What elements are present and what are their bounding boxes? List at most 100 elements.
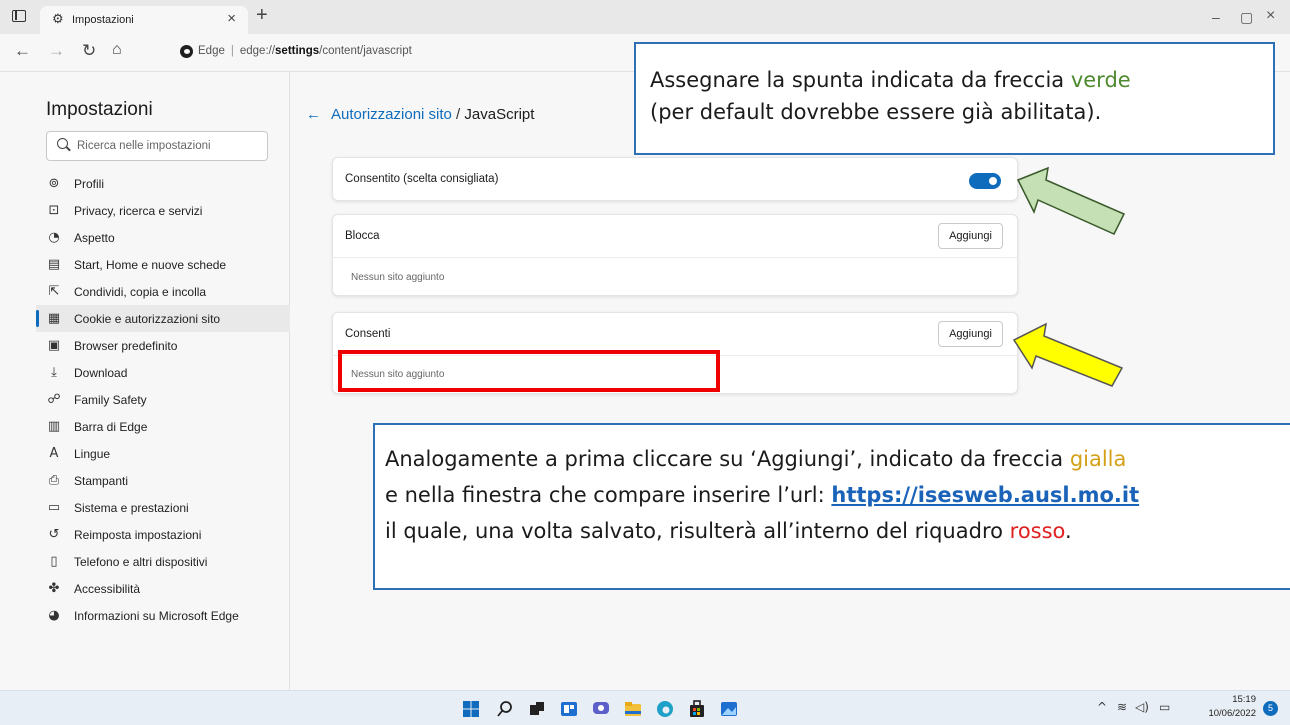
system-icon: ▭ [47,500,61,515]
home-tabs-icon: ▤ [47,257,61,272]
widgets-icon[interactable] [560,700,578,718]
close-window-button[interactable]: × [1266,7,1275,25]
forward-button[interactable]: → [48,41,65,61]
sidebar-item[interactable]: ◕ Informazioni su Microsoft Edge [36,602,290,629]
new-tab-button[interactable]: + [256,4,268,27]
sidebar-item[interactable]: ✤ Accessibilità [36,575,290,602]
family-icon: ☍ [47,392,61,407]
block-empty-text: Nessun sito aggiunto [351,272,445,283]
sidebar-item-label: Start, Home e nuove schede [74,257,227,272]
breadcrumb-separator: / [451,106,465,123]
sidebar-item[interactable]: ▭ Sistema e prestazioni [36,494,290,521]
block-card: Blocca Aggiungi Nessun sito aggiunto [332,214,1018,296]
gear-icon: ⚙ [52,11,64,26]
sidebar-item[interactable]: ▯ Telefono e altri dispositivi [36,548,290,575]
allow-add-button[interactable]: Aggiungi [938,321,1003,347]
sidebar-item-label: Aspetto [74,230,115,245]
wifi-icon[interactable]: ≋ [1117,700,1127,714]
sidebar-item-label: Reimposta impostazioni [74,527,202,542]
file-explorer-icon[interactable] [624,700,642,718]
home-button[interactable]: ⌂ [112,41,122,59]
tray-chevron-icon[interactable]: ^ [1097,700,1107,714]
allowed-toggle[interactable] [969,173,1001,189]
allow-title: Consenti [345,328,391,340]
edge-bar-icon: ▥ [47,419,61,434]
time-text: 15:19 [1232,694,1256,705]
refresh-button[interactable]: ↻ [82,41,96,61]
sidebar-item[interactable]: ◔ Aspetto [36,224,290,251]
block-add-button[interactable]: Aggiungi [938,223,1003,249]
sidebar-item[interactable]: ⇱ Condividi, copia e incolla [36,278,290,305]
block-title: Blocca [345,230,380,242]
task-view-icon[interactable] [528,700,546,718]
sidebar-item[interactable]: ⊚ Profili [36,170,290,197]
photos-icon[interactable] [720,700,738,718]
tab-actions-icon[interactable] [12,10,26,22]
notification-badge[interactable]: 5 [1263,701,1278,716]
sidebar-nav: ⊚ Profili ⊡ Privacy, ricerca e servizi ◔ Aspe… [36,170,290,629]
sidebar-item-label: Accessibilità [74,581,141,596]
sidebar-item-label: Barra di Edge [74,419,148,434]
sidebar-item-label: Lingue [74,446,111,461]
instruction-callout-bottom: Analogamente a prima cliccare su ‘Aggiun… [373,423,1290,590]
sidebar-item-label: Privacy, ricerca e servizi [74,203,203,218]
sidebar-item-label: Telefono e altri dispositivi [74,554,208,569]
windows-start-icon[interactable] [462,700,480,718]
sidebar-item[interactable]: ↺ Reimposta impostazioni [36,521,290,548]
volume-icon[interactable]: ◁) [1135,700,1149,714]
chat-icon[interactable] [592,700,610,718]
allowed-label: Consentito (scelta consigliata) [345,173,499,185]
edge-icon [180,45,193,58]
sidebar-item[interactable]: ▣ Browser predefinito [36,332,290,359]
callout-top-text: Assegnare la spunta indicata da freccia … [650,68,1131,124]
sidebar-item-label: Stampanti [74,473,129,488]
sidebar-item-label: Informazioni su Microsoft Edge [74,608,239,623]
store-icon[interactable] [688,700,706,718]
printer-icon: ⎙ [48,473,60,488]
language-icon: A [49,446,59,461]
clock[interactable]: 15:19 10/06/2022 [1208,693,1256,721]
accessibility-icon: ✤ [48,581,60,596]
search-placeholder: Ricerca nelle impostazioni [77,140,211,152]
edge-icon[interactable] [656,700,674,718]
download-icon: ⤓ [51,365,57,380]
green-arrow-icon [1016,166,1126,235]
lock-icon: ⊡ [48,203,60,218]
cookie-icon: ▦ [47,311,61,326]
sidebar-item[interactable]: ⊡ Privacy, ricerca e servizi [36,197,290,224]
phone-icon: ▯ [50,554,58,569]
sidebar-item[interactable]: ☍ Family Safety [36,386,290,413]
minimize-button[interactable]: – [1212,9,1220,25]
isesweb-url-link[interactable]: https://isesweb.ausl.mo.it [831,483,1139,507]
search-icon[interactable] [496,700,514,718]
sidebar-item-label: Sistema e prestazioni [74,500,189,515]
sidebar-item[interactable]: ▦ Cookie e autorizzazioni sito [36,305,290,332]
settings-search-input[interactable]: Ricerca nelle impostazioni [46,131,268,161]
sidebar-item[interactable]: ▤ Start, Home e nuove schede [36,251,290,278]
sidebar-item[interactable]: ⎙ Stampanti [36,467,290,494]
screen: ⚙ Impostazioni × + – ▢ × ← → ↻ ⌂ Edge | ed… [0,0,1290,725]
sidebar-item-label: Family Safety [74,392,147,407]
taskbar: ^ ≋ ◁) ▭ 15:19 10/06/2022 5 [0,690,1290,725]
sidebar-item-label: Download [74,365,128,380]
edge-logo-icon: ◕ [48,608,60,623]
sidebar-item[interactable]: ⤓ Download [36,359,290,386]
settings-sidebar: Impostazioni Ricerca nelle impostazioni … [0,72,290,690]
sidebar-item-label: Profili [74,176,105,191]
back-arrow-icon[interactable]: ← [306,106,321,123]
tab-settings[interactable]: ⚙ Impostazioni × [40,6,248,34]
tab-close-button[interactable]: × [227,10,236,27]
breadcrumb-link[interactable]: Autorizzazioni sito [331,106,452,123]
sidebar-item[interactable]: ▥ Barra di Edge [36,413,290,440]
maximize-button[interactable]: ▢ [1240,9,1253,26]
battery-icon[interactable]: ▭ [1159,700,1170,714]
sidebar-item-label: Browser predefinito [74,338,178,353]
share-icon: ⇱ [48,284,60,299]
sidebar-item-label: Condividi, copia e incolla [74,284,207,299]
allowed-card: Consentito (scelta consigliata) [332,157,1018,201]
yellow-arrow-icon [1012,322,1124,387]
back-button[interactable]: ← [14,41,31,61]
sidebar-item[interactable]: A Lingue [36,440,290,467]
divider [333,257,1017,258]
sidebar-item-label: Cookie e autorizzazioni sito [74,311,221,326]
